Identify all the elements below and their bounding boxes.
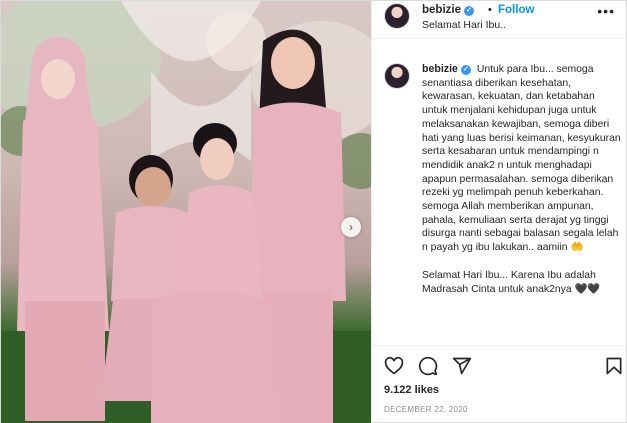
more-options-icon[interactable]: ••• <box>597 3 615 19</box>
family-photo-illustration <box>1 1 371 423</box>
separator-dot: • <box>488 4 492 16</box>
caption-avatar[interactable] <box>384 63 410 89</box>
action-bar <box>384 356 624 378</box>
location-text[interactable]: Selamat Hari Ibu.. <box>422 19 506 31</box>
next-photo-button[interactable]: › <box>341 217 361 237</box>
chevron-right-icon: › <box>349 220 353 234</box>
avatar[interactable] <box>384 3 410 29</box>
post-sidebar: bebizie ✓ • Follow Selamat Hari Ibu.. •••… <box>371 1 627 423</box>
likes-count[interactable]: 9.122 likes <box>384 384 439 396</box>
bookmark-icon[interactable] <box>604 356 624 376</box>
verified-badge-icon: ✓ <box>463 6 474 16</box>
caption-username[interactable]: bebizie ✓ <box>422 63 471 75</box>
caption-section: bebizie ✓ Untuk para Ibu... semoga senant… <box>372 53 627 345</box>
follow-button[interactable]: Follow <box>498 4 534 16</box>
caption-text: Untuk para Ibu... semoga senantiasa dibe… <box>422 64 621 254</box>
comment-icon[interactable] <box>418 356 438 376</box>
divider <box>372 345 627 346</box>
caption: bebizie ✓ Untuk para Ibu... semoga senant… <box>422 63 622 296</box>
caption-tail: Selamat Hari Ibu... Karena Ibu adalah Ma… <box>422 269 601 295</box>
post-date[interactable]: DECEMBER 22, 2020 <box>384 405 468 414</box>
heart-icon[interactable] <box>384 356 404 376</box>
instagram-post: › bebizie ✓ • Follow Selamat Hari Ibu.. •… <box>0 0 627 423</box>
post-photo[interactable]: › <box>1 1 371 423</box>
share-icon[interactable] <box>452 356 472 376</box>
caption-emoji: 🤲 <box>570 242 584 254</box>
verified-badge-icon: ✓ <box>460 65 471 75</box>
post-header: bebizie ✓ • Follow Selamat Hari Ibu.. ••• <box>372 1 627 39</box>
username[interactable]: bebizie ✓ <box>422 4 474 16</box>
